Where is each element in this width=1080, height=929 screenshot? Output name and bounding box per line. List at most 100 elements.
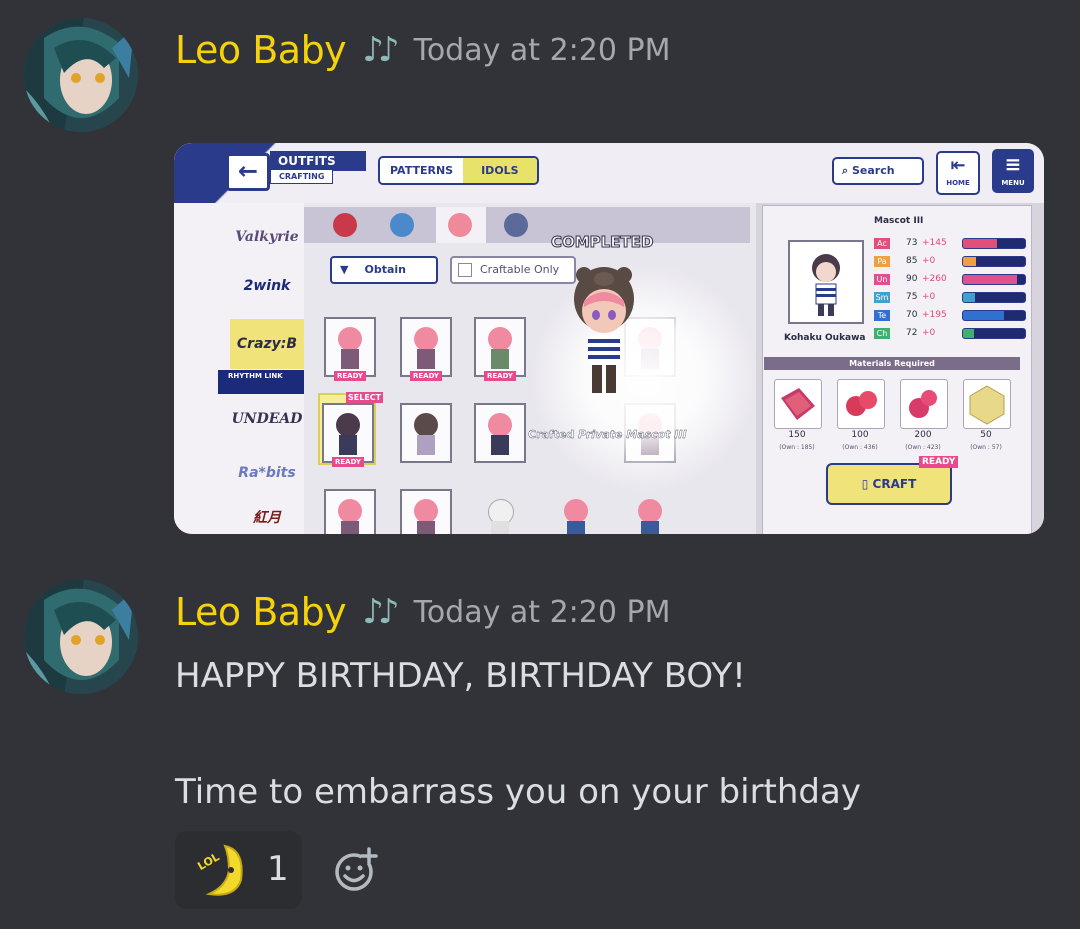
stat-row: Sm 75 +0: [874, 291, 1026, 303]
game-outfit-card: [324, 489, 376, 534]
banana-lol-emoji: LOL: [195, 844, 243, 896]
stat-value: 75: [906, 292, 918, 302]
game-unit-valkyrie: Valkyrie: [235, 229, 299, 245]
music-notes-icon: ♪♪: [362, 30, 399, 70]
stat-row: Te 70 +195: [874, 309, 1026, 321]
stat-bar-fill: [963, 328, 975, 338]
game-outfit-card: READY: [322, 403, 374, 467]
stat-bar-fill: [963, 310, 1005, 320]
stat-row: Pa 85 +0: [874, 255, 1026, 267]
material-count: 200: [914, 430, 932, 440]
stat-value: 70: [906, 310, 918, 320]
stat-tag: Sm: [874, 291, 890, 303]
crazyb-emblem-icon: [969, 385, 1005, 425]
message-text: Time to embarrass you on your birthday: [175, 772, 861, 812]
crafted-item-name: Private Mascot III: [578, 428, 687, 441]
ready-badge: READY: [332, 457, 364, 467]
item-name: Mascot III: [874, 216, 924, 226]
add-reaction-icon[interactable]: [334, 846, 380, 892]
buttons-icon: [846, 391, 877, 416]
stat-bar-fill: [963, 292, 975, 302]
search-icon: ⌕: [842, 164, 852, 177]
stat-bar-fill: [963, 256, 977, 266]
game-home-button: ⇤ HOME: [936, 151, 980, 195]
stat-bonus: +260: [922, 274, 947, 284]
image-attachment[interactable]: ← OUTFITS CRAFTING PATTERNS IDOLS ⌕ Sear…: [174, 143, 1044, 534]
completed-glow: [529, 263, 759, 493]
reaction-button[interactable]: LOL 1: [175, 831, 302, 909]
material-slot: [837, 379, 885, 429]
game-unit-undead: UNDEAD: [231, 411, 303, 427]
character-portrait: [788, 240, 864, 324]
game-outfit-card: [400, 489, 452, 534]
stat-value: 85: [906, 256, 918, 266]
game-outfit-card: [624, 489, 676, 534]
triangle-down-icon: ▼: [340, 263, 349, 276]
buttons-icon: [909, 390, 937, 418]
game-tab-patterns: PATTERNS: [380, 158, 464, 183]
select-badge: SELECT: [346, 392, 384, 403]
game-crafting-subtitle: CRAFTING: [270, 169, 334, 184]
game-outfit-card: READY: [474, 317, 526, 381]
stat-bar: [962, 237, 1026, 249]
message-text: HAPPY BIRTHDAY, BIRTHDAY BOY!: [175, 656, 746, 696]
game-home-label: HOME: [946, 179, 970, 187]
stat-bar: [962, 255, 1026, 267]
game-craftable-label: Craftable Only: [480, 263, 560, 276]
game-menu-button: ≡ MENU: [992, 149, 1034, 193]
idol-portrait-icon: [504, 213, 528, 237]
game-unit-akatsuki: 紅月: [253, 510, 281, 526]
ready-badge: READY: [410, 371, 442, 381]
stat-tag: Ch: [874, 327, 890, 339]
stat-bar: [962, 309, 1026, 321]
material-count: 100: [851, 430, 869, 440]
character-name: Kohaku Oukawa: [784, 333, 866, 343]
idol-portrait-icon: [390, 213, 414, 237]
bear-mascot-figure: [574, 267, 634, 393]
completed-label: COMPLETED: [550, 233, 654, 252]
game-rhythm-link: RHYTHM LINK: [218, 370, 304, 394]
idol-portrait-icon: [448, 213, 472, 237]
stat-tag: Te: [874, 309, 890, 321]
timestamp[interactable]: Today at 2:20 PM: [414, 595, 671, 630]
game-search-label: Search: [852, 164, 895, 177]
message-header: Leo Baby ♪♪ Today at 2:20 PM: [175, 28, 670, 72]
user-avatar[interactable]: [24, 18, 138, 132]
timestamp[interactable]: Today at 2:20 PM: [414, 33, 671, 68]
user-avatar[interactable]: [24, 580, 138, 694]
game-menu-label: MENU: [1001, 179, 1025, 187]
stat-tag: Un: [874, 273, 890, 285]
stat-row: Ch 72 +0: [874, 327, 1026, 339]
game-craftable-checkbox: Craftable Only: [450, 256, 576, 284]
stat-bar: [962, 327, 1026, 339]
stat-bonus: +0: [922, 328, 936, 338]
game-tabs: PATTERNS IDOLS: [378, 156, 539, 185]
stat-bar: [962, 291, 1026, 303]
username[interactable]: Leo Baby: [175, 28, 347, 72]
stat-value: 73: [906, 238, 918, 248]
hamburger-icon: ≡: [1004, 152, 1022, 176]
stat-bar: [962, 273, 1026, 285]
stat-bar-fill: [963, 274, 1018, 284]
material-slot: [774, 379, 822, 429]
game-tab-idols: IDOLS: [463, 158, 537, 183]
svg-text:LOL: LOL: [195, 850, 221, 873]
game-obtain-dropdown: ▼ Obtain: [330, 256, 438, 284]
stat-bonus: +145: [922, 238, 947, 248]
material-count: 50: [980, 430, 992, 440]
material-slot: [900, 379, 948, 429]
music-notes-icon: ♪♪: [362, 592, 399, 632]
username[interactable]: Leo Baby: [175, 590, 347, 634]
stat-bonus: +0: [922, 256, 936, 266]
game-outfit-card: [474, 489, 526, 534]
material-slot: [963, 379, 1011, 429]
game-obtain-label: Obtain: [364, 263, 406, 276]
game-outfits-title: OUTFITS: [270, 151, 366, 171]
ready-badge: READY: [484, 371, 516, 381]
game-search-button: ⌕ Search: [832, 157, 924, 185]
idol-portrait-icon: [333, 213, 357, 237]
stat-bar-fill: [963, 238, 997, 248]
material-own: (Own : 423): [905, 444, 941, 451]
material-count: 150: [788, 430, 806, 440]
game-unit-crazyb: Crazy:B: [230, 319, 304, 369]
